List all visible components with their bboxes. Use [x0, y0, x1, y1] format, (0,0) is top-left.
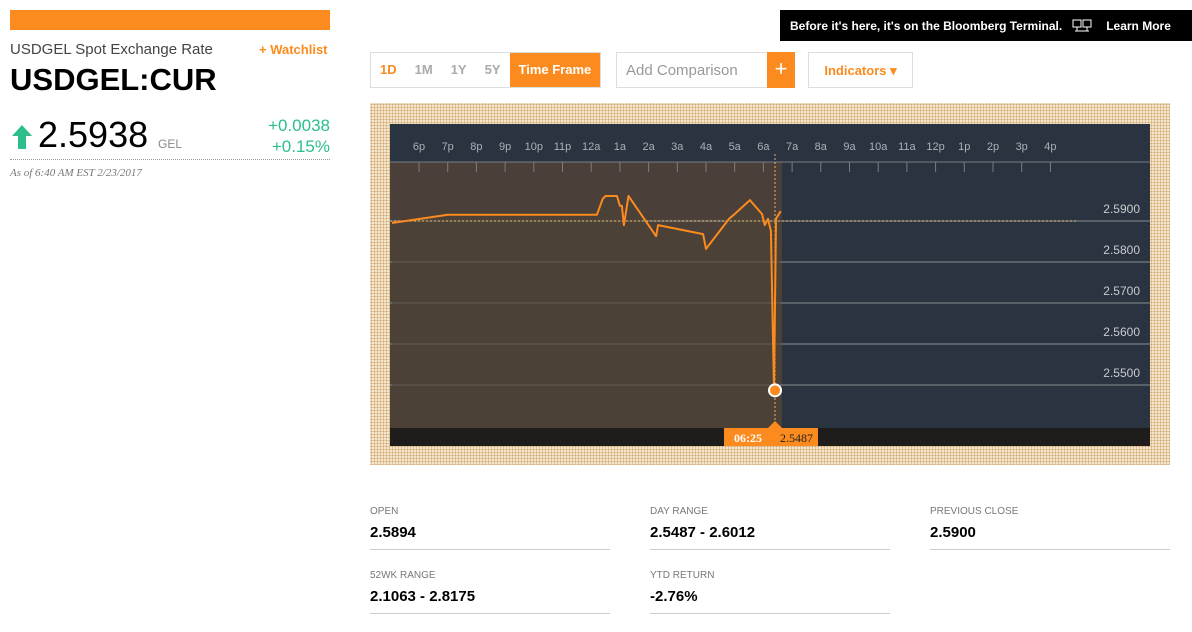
security-name: USDGEL Spot Exchange Rate — [10, 41, 213, 58]
x-tick-label: 6a — [757, 141, 770, 153]
add-comparison-input[interactable]: Add Comparison — [616, 52, 777, 88]
currency: GEL — [158, 137, 183, 151]
timeframe-selector: 1D 1M 1Y 5Y Time Frame — [370, 52, 602, 88]
x-tick-label: 6p — [413, 141, 425, 153]
stat-value: -2.76% — [650, 588, 698, 605]
y-tick-label: 2.5500 — [1103, 366, 1140, 380]
stat-label: OPEN — [370, 506, 399, 517]
cursor-point — [768, 383, 783, 398]
x-tick-label: 1a — [614, 141, 627, 153]
stat-value: 2.5487 - 2.6012 — [650, 524, 756, 541]
stat-previous-close: PREVIOUS CLOSE 2.5900 — [930, 500, 1170, 550]
x-tick-label: 9a — [843, 141, 856, 153]
price-chart[interactable]: 2.5900 2.5800 2.5700 2.5600 2.5500 6p 7p 8p 9p 10… — [390, 124, 1150, 446]
stat-open: OPEN 2.5894 — [370, 500, 610, 550]
stat-label: DAY RANGE — [650, 506, 708, 517]
x-tick-label: 8a — [815, 141, 828, 153]
x-tick-label: 5a — [729, 141, 742, 153]
terminal-ad[interactable]: Before it's here, it's on the Bloomberg … — [780, 10, 1192, 41]
x-tick-label: 4p — [1044, 141, 1056, 153]
tab-1m[interactable]: 1M — [406, 53, 442, 87]
y-tick-label: 2.5600 — [1103, 325, 1140, 339]
brand-bar — [10, 10, 330, 30]
add-comparison-button[interactable]: + — [767, 52, 795, 88]
stat-label: 52WK RANGE — [370, 570, 436, 581]
y-tick-label: 2.5700 — [1103, 284, 1140, 298]
stat-value: 2.5900 — [930, 524, 976, 541]
divider — [10, 159, 330, 160]
stat-ytd-return: YTD RETURN -2.76% — [650, 564, 890, 614]
stat-value: 2.1063 - 2.8175 — [370, 588, 476, 605]
x-tick-label: 7a — [786, 141, 799, 153]
x-tick-label: 3p — [1016, 141, 1028, 153]
time-frame-button[interactable]: Time Frame — [509, 53, 601, 87]
indicators-dropdown[interactable]: Indicators ▾ — [808, 52, 913, 88]
x-tick-label: 2a — [642, 141, 655, 153]
tab-5y[interactable]: 5Y — [476, 53, 510, 87]
x-tick-label: 8p — [470, 141, 482, 153]
watchlist-button[interactable]: + Watchlist — [259, 42, 328, 57]
change-value: +0.0038 — [268, 116, 330, 135]
as-of-timestamp: As of 6:40 AM EST 2/23/2017 — [10, 167, 142, 179]
stat-52wk-range: 52WK RANGE 2.1063 - 2.8175 — [370, 564, 610, 614]
x-tick-label: 2p — [987, 141, 999, 153]
learn-more-link[interactable]: Learn More — [1106, 19, 1171, 33]
ad-text: Before it's here, it's on the Bloomberg … — [790, 18, 1063, 33]
x-tick-label: 12p — [926, 141, 944, 153]
tab-1d[interactable]: 1D — [371, 53, 406, 87]
stat-value: 2.5894 — [370, 524, 416, 541]
x-tick-label: 10a — [869, 141, 888, 153]
x-tick-label: 1p — [958, 141, 970, 153]
cursor-value: 2.5487 — [780, 431, 813, 445]
x-tick-label: 7p — [442, 141, 454, 153]
stat-label: PREVIOUS CLOSE — [930, 506, 1019, 517]
price-area — [392, 196, 781, 428]
x-tick-label: 12a — [582, 141, 601, 153]
up-arrow-icon — [12, 125, 32, 149]
price-change: +0.0038 +0.15% — [268, 115, 330, 157]
change-percent: +0.15% — [271, 137, 330, 156]
y-tick-label: 2.5900 — [1103, 202, 1140, 216]
y-tick-label: 2.5800 — [1103, 243, 1140, 257]
x-tick-label: 11p — [554, 141, 572, 153]
x-tick-label: 9p — [499, 141, 511, 153]
stat-day-range: DAY RANGE 2.5487 - 2.6012 — [650, 500, 890, 550]
x-tick-label: 11a — [898, 141, 916, 153]
terminal-icon — [1072, 19, 1092, 31]
x-tick-label: 4a — [700, 141, 713, 153]
x-tick-label: 10p — [525, 141, 543, 153]
x-tick-label: 3a — [671, 141, 684, 153]
cursor-time: 06:25 — [734, 431, 762, 445]
ticker-symbol: USDGEL:CUR — [10, 62, 217, 97]
price: 2.5938 — [38, 114, 149, 155]
tab-1y[interactable]: 1Y — [442, 53, 476, 87]
stat-label: YTD RETURN — [650, 570, 715, 581]
